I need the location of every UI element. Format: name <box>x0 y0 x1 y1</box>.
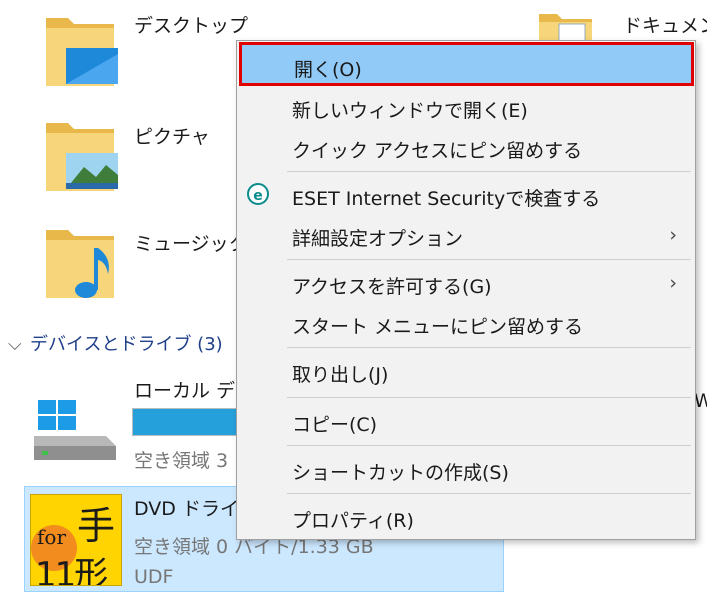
menu-item-pin-start[interactable]: スタート メニューにピン留めする <box>237 305 695 343</box>
folder-label-pictures: ピクチャ <box>134 126 210 148</box>
menu-item-eset-scan[interactable]: e ESET Internet Securityで検査する <box>237 177 695 215</box>
dvd-filesystem: UDF <box>134 566 174 588</box>
menu-item-advanced-options[interactable]: 詳細設定オプション › <box>237 217 695 255</box>
folder-pictures[interactable]: ピクチャ <box>40 115 240 205</box>
menu-item-properties[interactable]: プロパティ(R) <box>237 499 695 537</box>
menu-item-open[interactable]: 開く(O) <box>239 42 694 86</box>
menu-item-label: アクセスを許可する(G) <box>292 276 492 298</box>
dvd-icon-text-bottom: 11形 <box>35 555 108 586</box>
folder-label-documents: ドキュメン <box>623 15 707 37</box>
menu-item-label: プロパティ(R) <box>292 510 414 532</box>
folder-desktop[interactable]: デスクトップ <box>40 10 248 100</box>
menu-item-eject[interactable]: 取り出し(J) <box>237 353 695 391</box>
menu-item-label: スタート メニューにピン留めする <box>292 316 584 338</box>
menu-item-open-new-window[interactable]: 新しいウィンドウで開く(E) <box>237 89 695 127</box>
eset-icon: e <box>247 183 269 205</box>
menu-separator <box>287 397 691 398</box>
menu-item-copy[interactable]: コピー(C) <box>237 403 695 441</box>
dvd-icon-text-hand: 手 <box>77 504 116 548</box>
pictures-folder-icon <box>46 123 118 191</box>
menu-item-label: 取り出し(J) <box>292 364 389 386</box>
menu-separator <box>287 493 691 494</box>
chevron-right-icon: › <box>669 272 677 294</box>
menu-item-give-access[interactable]: アクセスを許可する(G) › <box>237 265 695 303</box>
dvd-icon-text-for: for <box>37 525 67 549</box>
dvd-disc-icon: for 手 11形 <box>30 494 122 586</box>
menu-item-label: ショートカットの作成(S) <box>292 462 509 484</box>
menu-item-label: クイック アクセスにピン留めする <box>292 140 583 162</box>
menu-item-label: 開く(O) <box>294 59 362 81</box>
menu-separator <box>287 259 691 260</box>
local-disk-icon <box>34 400 116 460</box>
desktop-folder-icon <box>46 18 118 86</box>
folder-label-desktop: デスクトップ <box>134 15 249 37</box>
menu-item-label: ESET Internet Securityで検査する <box>292 188 601 210</box>
menu-item-pin-quick-access[interactable]: クイック アクセスにピン留めする <box>237 129 695 167</box>
dvd-drive-name: DVD ドライ <box>134 498 239 520</box>
context-menu: 開く(O) 新しいウィンドウで開く(E) クイック アクセスにピン留めする e … <box>236 40 696 540</box>
menu-item-create-shortcut[interactable]: ショートカットの作成(S) <box>237 451 695 489</box>
devices-section-label: デバイスとドライブ (3) <box>30 334 223 355</box>
folder-music[interactable]: ミュージック <box>40 222 248 312</box>
local-disk-name: ローカル ディ <box>134 380 253 402</box>
menu-separator <box>287 347 691 348</box>
chevron-down-icon: ⌵ <box>8 334 22 355</box>
menu-item-label: 新しいウィンドウで開く(E) <box>292 100 528 122</box>
menu-item-label: 詳細設定オプション <box>292 228 464 250</box>
chevron-right-icon: › <box>669 224 677 246</box>
local-disk-free-space: 空き領域 3 <box>134 450 229 472</box>
devices-section-header[interactable]: ⌵ デバイスとドライブ (3) <box>8 330 223 356</box>
folder-label-music: ミュージック <box>134 233 248 255</box>
menu-item-label: コピー(C) <box>292 414 378 436</box>
music-folder-icon <box>46 230 114 298</box>
menu-separator <box>287 445 691 446</box>
menu-separator <box>287 171 691 172</box>
